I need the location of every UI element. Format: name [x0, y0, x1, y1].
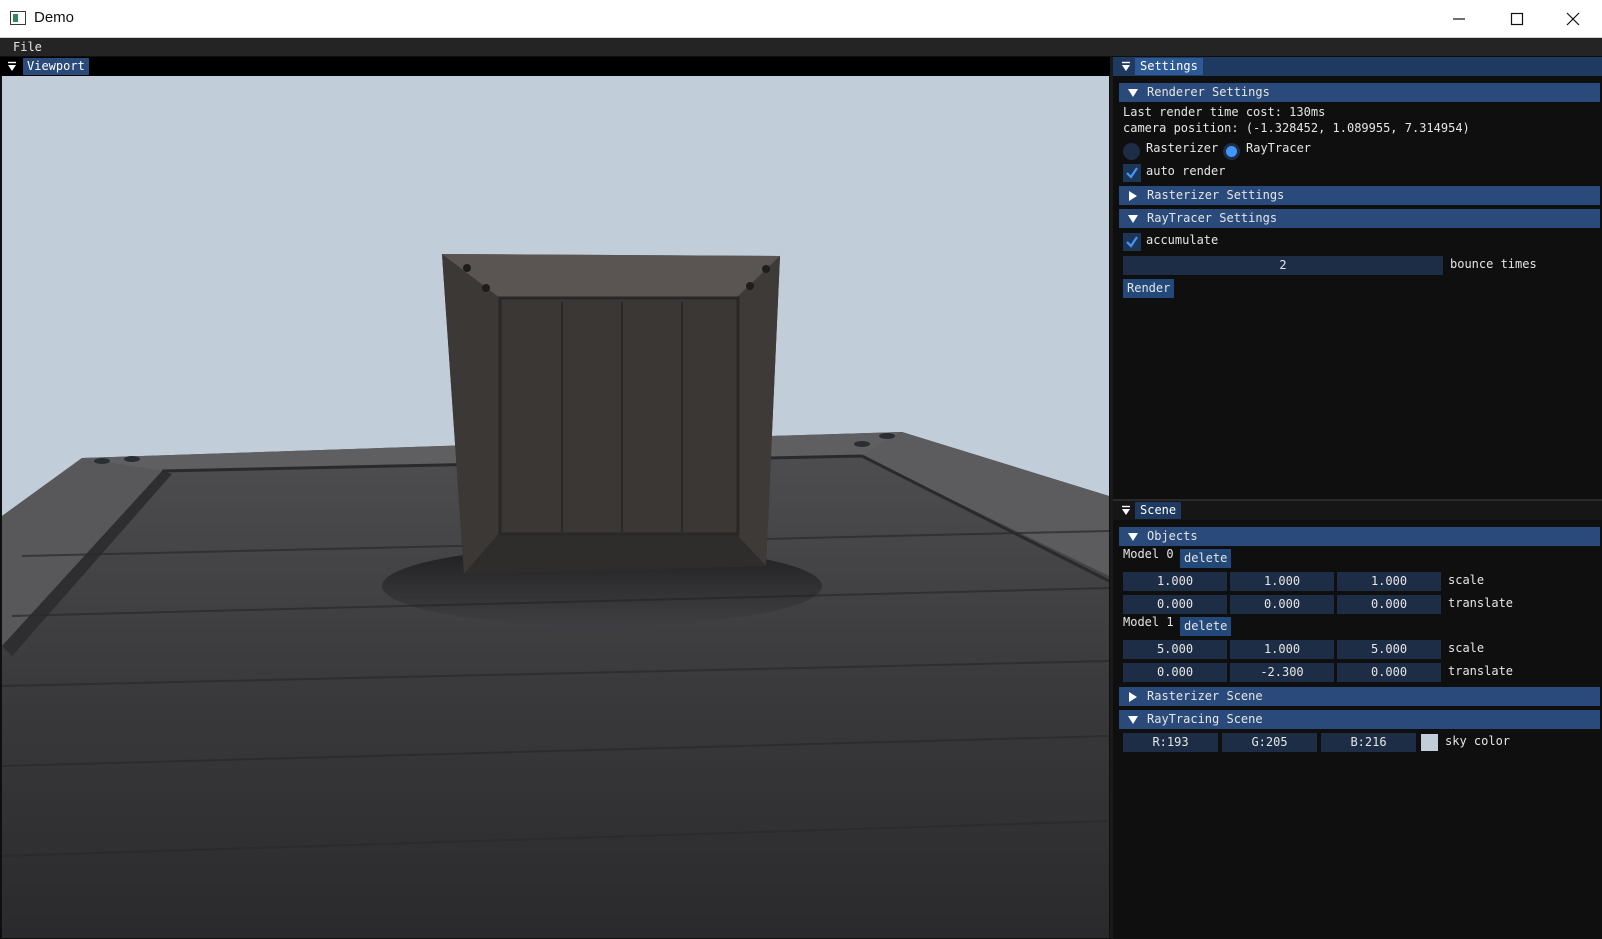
rasterizer-settings-header[interactable]: Rasterizer Settings	[1119, 186, 1600, 205]
scene-title-bar[interactable]: Scene	[1113, 501, 1602, 520]
scale-label: scale	[1448, 573, 1485, 587]
render-viewport[interactable]	[2, 76, 1109, 938]
collapse-window-icon[interactable]	[1121, 61, 1131, 72]
renderer-settings-header[interactable]: Renderer Settings	[1119, 83, 1600, 102]
rasterizer-scene-header[interactable]: Rasterizer Scene	[1119, 687, 1600, 706]
sky-color-swatch[interactable]	[1421, 734, 1438, 751]
accumulate-label[interactable]: accumulate	[1146, 233, 1218, 247]
sky-color-g-field[interactable]: G:205	[1222, 733, 1317, 752]
settings-title-bar[interactable]: Settings	[1113, 57, 1602, 76]
expanded-arrow-icon	[1128, 716, 1138, 724]
viewport-tab[interactable]: Viewport	[23, 58, 89, 75]
accumulate-checkbox[interactable]	[1123, 233, 1141, 251]
sky-color-r-field[interactable]: R:193	[1123, 733, 1218, 752]
close-button[interactable]	[1544, 0, 1602, 38]
rasterizer-radio[interactable]	[1123, 143, 1140, 160]
collapse-window-icon[interactable]	[7, 61, 17, 72]
scale-y-field[interactable]: 1.000	[1230, 640, 1334, 659]
translate-x-field[interactable]: 0.000	[1123, 595, 1227, 614]
translate-y-field[interactable]: -2.300	[1230, 663, 1334, 682]
raytracer-radio[interactable]	[1223, 143, 1240, 160]
bounce-times-label: bounce times	[1450, 257, 1537, 271]
expanded-arrow-icon	[1128, 215, 1138, 223]
translate-y-field[interactable]: 0.000	[1230, 595, 1334, 614]
sky-color-label: sky color	[1445, 734, 1511, 748]
settings-panel: Settings Renderer Settings Last render t…	[1113, 57, 1602, 500]
delete-model-button[interactable]: delete	[1180, 617, 1232, 636]
scale-x-field[interactable]: 5.000	[1123, 640, 1227, 659]
camera-position-text: camera position: (-1.328452, 1.089955, 7…	[1123, 121, 1470, 135]
translate-x-field[interactable]: 0.000	[1123, 663, 1227, 682]
raytracer-settings-header[interactable]: RayTracer Settings	[1119, 209, 1600, 228]
delete-model-button[interactable]: delete	[1180, 549, 1232, 568]
expanded-arrow-icon	[1128, 533, 1138, 541]
scale-z-field[interactable]: 5.000	[1337, 640, 1441, 659]
auto-render-checkbox[interactable]	[1123, 164, 1141, 182]
scene-panel: Scene Objects Model 0 delete 1.000 1.000…	[1113, 501, 1602, 939]
translate-label: translate	[1448, 664, 1514, 678]
window-title: Demo	[34, 9, 75, 26]
scene-tab[interactable]: Scene	[1135, 502, 1182, 519]
window-title-bar[interactable]: Demo	[0, 0, 1602, 38]
raytracer-radio-label[interactable]: RayTracer	[1246, 141, 1311, 155]
collapsed-arrow-icon	[1129, 191, 1137, 201]
translate-label: translate	[1448, 596, 1514, 610]
viewport-title-bar[interactable]	[0, 57, 1110, 76]
checkmark-icon	[1126, 167, 1138, 179]
settings-tab[interactable]: Settings	[1135, 58, 1203, 75]
menu-bar	[0, 38, 1602, 56]
render-time-text: Last render time cost: 130ms	[1123, 105, 1326, 119]
expanded-arrow-icon	[1128, 89, 1138, 97]
bounce-times-slider[interactable]: 2	[1123, 256, 1443, 275]
render-button[interactable]: Render	[1123, 279, 1175, 298]
scale-label: scale	[1448, 641, 1485, 655]
collapse-window-icon[interactable]	[1121, 505, 1131, 516]
translate-z-field[interactable]: 0.000	[1337, 663, 1441, 682]
maximize-icon	[1510, 12, 1524, 26]
translate-z-field[interactable]: 0.000	[1337, 595, 1441, 614]
model-label: Model 1	[1123, 615, 1174, 629]
scale-x-field[interactable]: 1.000	[1123, 572, 1227, 591]
menu-file[interactable]: File	[13, 40, 42, 54]
scale-z-field[interactable]: 1.000	[1337, 572, 1441, 591]
rendered-scene-image	[2, 76, 1109, 938]
model-label: Model 0	[1123, 547, 1174, 561]
minimize-button[interactable]	[1430, 0, 1488, 38]
objects-header[interactable]: Objects	[1119, 527, 1600, 546]
rasterizer-radio-label[interactable]: Rasterizer	[1146, 141, 1218, 155]
maximize-button[interactable]	[1488, 0, 1546, 38]
sky-color-b-field[interactable]: B:216	[1321, 733, 1416, 752]
minimize-icon	[1453, 18, 1465, 20]
scale-y-field[interactable]: 1.000	[1230, 572, 1334, 591]
close-icon	[1566, 12, 1580, 26]
auto-render-label[interactable]: auto render	[1146, 164, 1225, 178]
checkmark-icon	[1126, 236, 1138, 248]
collapsed-arrow-icon	[1129, 692, 1137, 702]
app-icon	[10, 11, 26, 25]
raytracing-scene-header[interactable]: RayTracing Scene	[1119, 710, 1600, 729]
